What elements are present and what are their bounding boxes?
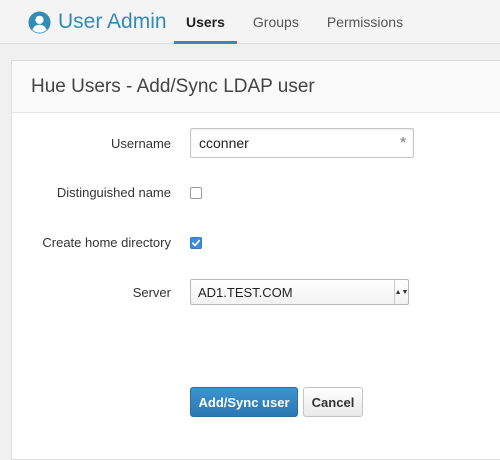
server-value: AD1.TEST.COM	[198, 284, 293, 300]
home-dir-checkbox[interactable]	[190, 236, 202, 249]
user-circle-icon	[28, 10, 51, 34]
distinguished-checkbox[interactable]	[190, 186, 202, 199]
tab-groups-label: Groups	[252, 14, 299, 30]
tab-groups[interactable]: Groups	[241, 0, 311, 44]
distinguished-label: Distinguished name	[56, 185, 171, 200]
home-dir-row: Create home directory	[12, 235, 500, 250]
tab-permissions[interactable]: Permissions	[315, 0, 415, 44]
server-label: Server	[132, 284, 171, 300]
top-navbar: User Admin Users Groups Permissions	[0, 0, 500, 44]
add-sync-user-button[interactable]: Add/Sync user	[190, 387, 298, 417]
nav-tabs: Users Groups Permissions	[174, 0, 419, 44]
home-dir-control	[190, 236, 202, 249]
required-marker-icon: *	[400, 134, 406, 151]
distinguished-control	[190, 186, 202, 199]
server-control: AD1.TEST.COM ▲▼	[190, 279, 409, 305]
tab-users-label: Users	[186, 14, 225, 30]
distinguished-row: Distinguished name	[12, 185, 500, 200]
checkmark-icon	[191, 239, 201, 246]
brand-title: User Admin	[58, 10, 167, 33]
tab-permissions-label: Permissions	[326, 14, 404, 30]
username-control: *	[190, 128, 414, 158]
server-select[interactable]: AD1.TEST.COM ▲▼	[190, 279, 409, 305]
username-row: Username *	[12, 128, 500, 158]
ldap-user-card: Hue Users - Add/Sync LDAP user Username …	[11, 60, 500, 460]
select-arrows-icon: ▲▼	[394, 280, 408, 304]
page-title: Hue Users - Add/Sync LDAP user	[12, 61, 500, 113]
username-label: Username	[111, 135, 171, 151]
home-dir-label: Create home directory	[42, 235, 171, 250]
cancel-button[interactable]: Cancel	[303, 387, 363, 417]
actions-row: Add/Sync user Cancel	[12, 387, 500, 417]
tab-users[interactable]: Users	[174, 0, 237, 44]
username-input[interactable]	[190, 128, 414, 158]
brand[interactable]: User Admin	[28, 8, 167, 36]
server-row: Server AD1.TEST.COM ▲▼	[12, 279, 500, 305]
